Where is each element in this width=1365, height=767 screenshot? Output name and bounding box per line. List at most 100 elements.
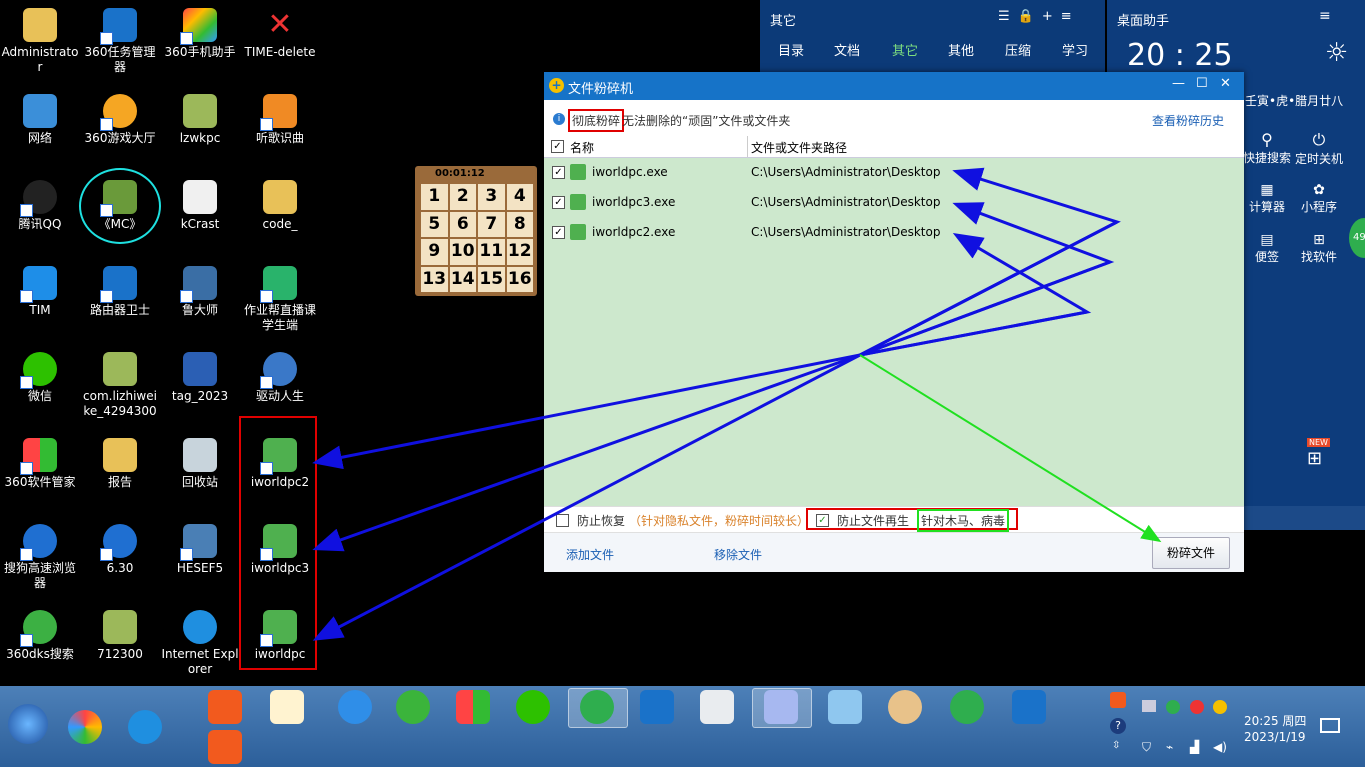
prevent-regeneration-checkbox[interactable]: ✓: [816, 514, 829, 527]
puzzle-tile[interactable]: 14: [449, 266, 476, 292]
desktop-icon-recycle-bin[interactable]: 回收站: [160, 438, 240, 490]
tab-documents[interactable]: 文档: [834, 40, 860, 59]
desktop-icon-qq[interactable]: 腾讯QQ: [0, 180, 80, 232]
tray-shield-icon[interactable]: ⛉: [1142, 740, 1151, 755]
desktop-icon-lzwkpc[interactable]: lzwkpc: [160, 94, 240, 146]
desktop-icon-360-taskmgr[interactable]: 360任务管理器: [80, 8, 160, 75]
row-checkbox[interactable]: ✓: [552, 226, 565, 239]
desktop-icon-ie[interactable]: Internet Explorer: [160, 610, 240, 677]
launcher-colorful-icon[interactable]: [68, 710, 102, 744]
desktop-icon-apk-lizhiweike[interactable]: com.lizhiweike_4294300: [80, 352, 160, 419]
row-checkbox[interactable]: ✓: [552, 166, 565, 179]
puzzle-tile[interactable]: 2: [449, 184, 476, 210]
desktop-icon-administrator[interactable]: Administrator: [0, 8, 80, 75]
sogou-input-icon[interactable]: [208, 730, 242, 764]
close-icon[interactable]: ✕: [1220, 76, 1231, 91]
select-all-checkbox[interactable]: ✓: [551, 140, 564, 153]
prevent-recovery-label[interactable]: 防止恢复: [577, 512, 625, 529]
desktop-icon-driver-life[interactable]: 驱动人生: [240, 352, 320, 404]
puzzle-tile[interactable]: 1: [421, 184, 448, 210]
wechat-icon[interactable]: [516, 690, 550, 724]
tab-other-active[interactable]: 其它: [892, 40, 918, 59]
start-button[interactable]: [8, 704, 48, 744]
clock-time[interactable]: 20:25 周四: [1244, 712, 1306, 729]
desktop-icon-360-software[interactable]: 360软件管家: [0, 438, 80, 490]
column-path[interactable]: 文件或文件夹路径: [751, 139, 847, 156]
tool-mini-program[interactable]: ✿ 小程序: [1289, 182, 1349, 215]
clock-date[interactable]: 2023/1/19: [1244, 730, 1306, 744]
360-software-manager-icon[interactable]: [456, 690, 490, 724]
puzzle-tile[interactable]: 6: [449, 211, 476, 237]
tool-quick-search[interactable]: ⚲ 快捷搜索: [1237, 130, 1297, 166]
tab-catalog[interactable]: 目录: [778, 40, 804, 59]
remote-desktop-icon[interactable]: [828, 690, 862, 724]
desktop-icon-tag2023[interactable]: tag_2023: [160, 352, 240, 404]
remove-file-link[interactable]: 移除文件: [714, 546, 762, 563]
desktop-icon-630[interactable]: 6.30: [80, 524, 160, 576]
prevent-recovery-checkbox[interactable]: [556, 514, 569, 527]
desktop-icon-360-games[interactable]: 360游戏大厅: [80, 94, 160, 146]
tool-timed-shutdown[interactable]: ⏻ 定时关机: [1289, 130, 1349, 167]
desktop-icon-code[interactable]: code_: [240, 180, 320, 232]
puzzle-tile[interactable]: 8: [506, 211, 533, 237]
table-row[interactable]: ✓ iworldpc3.exe C:\Users\Administrator\D…: [544, 188, 1244, 218]
desktop-icon-hesef5[interactable]: HESEF5: [160, 524, 240, 576]
add-tool-icon[interactable]: ⊞: [1307, 448, 1322, 469]
puzzle-tile[interactable]: 16: [506, 266, 533, 292]
prevent-regeneration-label[interactable]: 防止文件再生: [837, 512, 909, 529]
tray-help-icon[interactable]: ?: [1110, 718, 1126, 734]
shield-icon[interactable]: [640, 690, 674, 724]
desktop-icon-network[interactable]: 网络: [0, 94, 80, 146]
first-aid-kit-icon[interactable]: [700, 690, 734, 724]
tray-signal-icon[interactable]: ▟: [1190, 740, 1199, 754]
puzzle-tile[interactable]: 15: [478, 266, 505, 292]
tool-find-software[interactable]: ⊞ 找软件: [1289, 232, 1349, 265]
window-titlebar[interactable]: + 文件粉碎机 — ☐ ✕: [544, 72, 1244, 100]
side-float-badge[interactable]: 49: [1349, 218, 1365, 258]
360-browser-icon[interactable]: [580, 690, 614, 724]
puzzle-tile[interactable]: 3: [478, 184, 505, 210]
puzzle-tile[interactable]: 5: [421, 211, 448, 237]
tray-plug-icon[interactable]: ⌁: [1166, 740, 1173, 754]
shred-file-button[interactable]: 粉碎文件: [1152, 537, 1230, 569]
tray-volume-icon[interactable]: ◀): [1213, 740, 1227, 754]
desktop-icon-ludashi[interactable]: 鲁大师: [160, 266, 240, 318]
desktop-icon-sogou-browser[interactable]: 搜狗高速浏览器: [0, 524, 80, 591]
desktop-icon-360dks[interactable]: 360dks搜索: [0, 610, 80, 662]
panel-toolbar-icons[interactable]: ☰🔒+≡: [998, 9, 1080, 24]
action-center-icon[interactable]: [1320, 718, 1340, 733]
tray-alert-icon[interactable]: [1190, 700, 1204, 714]
360-security-icon[interactable]: [396, 690, 430, 724]
tray-360-icon[interactable]: [1166, 700, 1180, 714]
tray-monitor-icon[interactable]: [1142, 700, 1156, 712]
desktop-icon-tim[interactable]: TIM: [0, 266, 80, 318]
internet-explorer-icon[interactable]: [128, 710, 162, 744]
puzzle-tile[interactable]: 4: [506, 184, 533, 210]
desktop-icon-360-phone[interactable]: 360手机助手: [160, 8, 240, 60]
gift-app-icon[interactable]: [270, 690, 304, 724]
desktop-icon-712300[interactable]: 712300: [80, 610, 160, 662]
desktop-icon-time-delete[interactable]: ✕ TIME-delete: [240, 8, 320, 60]
tool-calculator[interactable]: ▦ 计算器: [1237, 182, 1297, 215]
tray-add-icon[interactable]: [1213, 700, 1227, 714]
add-file-link[interactable]: 添加文件: [566, 546, 614, 563]
row-checkbox[interactable]: ✓: [552, 196, 565, 209]
tray-expand-icon[interactable]: ⇳: [1112, 740, 1120, 751]
column-name[interactable]: 名称: [570, 139, 594, 156]
menu-icon[interactable]: ≡: [1319, 8, 1331, 24]
table-row[interactable]: ✓ iworldpc.exe C:\Users\Administrator\De…: [544, 158, 1244, 188]
wifi-icon[interactable]: [950, 690, 984, 724]
puzzle-tile[interactable]: 10: [449, 239, 476, 265]
bird-app-icon[interactable]: [338, 690, 372, 724]
task-manager-icon[interactable]: [1012, 690, 1046, 724]
sogou-input-icon[interactable]: [208, 690, 242, 724]
puzzle-tile[interactable]: 11: [478, 239, 505, 265]
maximize-icon[interactable]: ☐: [1196, 76, 1208, 91]
puzzle-widget[interactable]: 00:01:12 1 2 3 4 5 6 7 8 9 10 11 12 13 1…: [415, 166, 537, 296]
desktop-icon-router-guard[interactable]: 路由器卫士: [80, 266, 160, 318]
table-row[interactable]: ✓ iworldpc2.exe C:\Users\Administrator\D…: [544, 218, 1244, 248]
puzzle-tile[interactable]: 9: [421, 239, 448, 265]
tab-other2[interactable]: 其他: [948, 40, 974, 59]
puzzle-tile[interactable]: 12: [506, 239, 533, 265]
shred-history-link[interactable]: 查看粉碎历史: [1152, 112, 1224, 129]
